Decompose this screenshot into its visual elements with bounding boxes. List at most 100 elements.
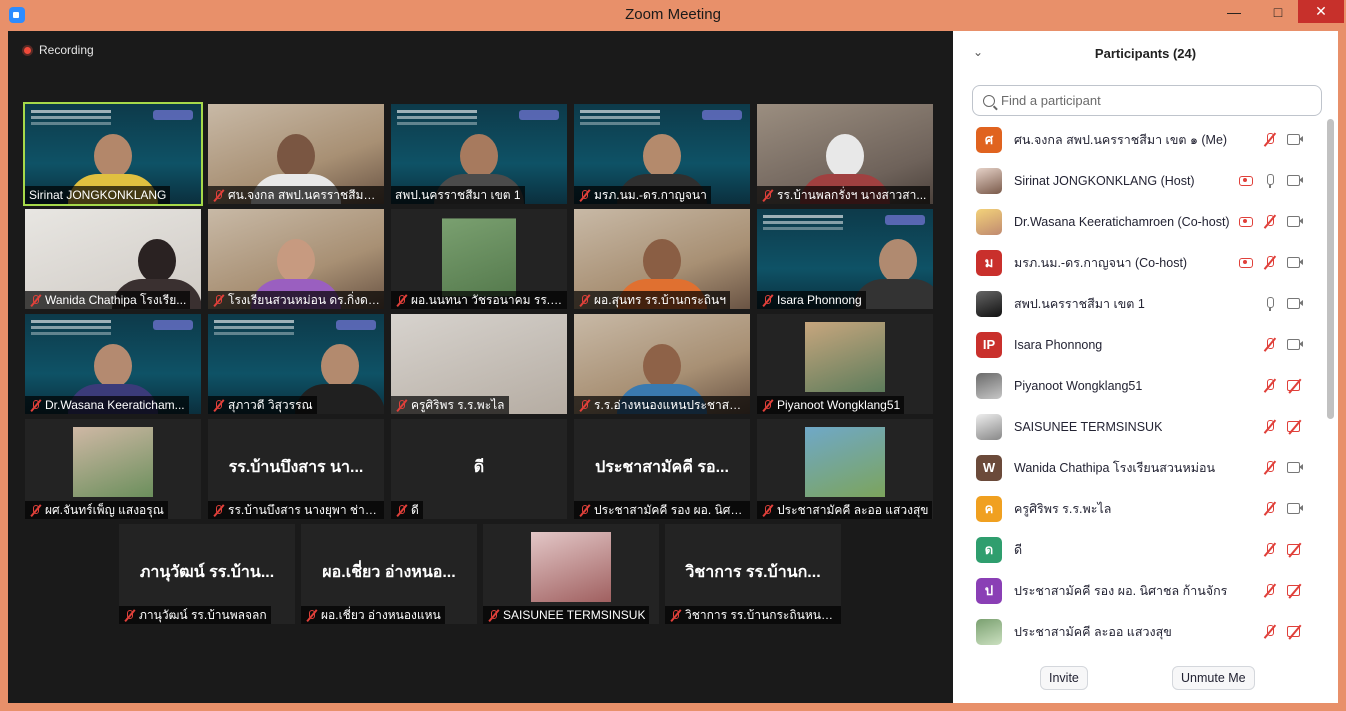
video-tile[interactable]: โรงเรียนสวนหม่อน ดร.กิ่งดาว — [208, 209, 384, 309]
video-tile[interactable]: ภานุวัฒน์ รร.บ้าน... ภานุวัฒน์ รร.บ้านพล… — [119, 524, 295, 624]
participant-row[interactable]: SAISUNEE TERMSINSUK — [953, 406, 1325, 447]
participant-row[interactable]: ด ดี — [953, 529, 1325, 570]
muted-icon — [761, 294, 774, 307]
video-tile[interactable]: Piyanoot Wongklang51 — [757, 314, 933, 414]
microphone-icon[interactable] — [1263, 296, 1277, 312]
participants-panel: ⌄ Participants (24) ศ ศน.จงกล สพป.นครราชส… — [953, 31, 1338, 703]
video-tile[interactable]: ดี ดี — [391, 419, 567, 519]
maximize-button[interactable]: □ — [1256, 0, 1300, 23]
scrollbar[interactable] — [1327, 119, 1334, 419]
video-camera-icon[interactable] — [1287, 339, 1303, 350]
video-tile[interactable]: ผอ.นนทนา วัชรอนาคม รร.บ้... — [391, 209, 567, 309]
video-camera-off-icon[interactable] — [1287, 544, 1303, 555]
avatar: ม — [976, 249, 1002, 276]
recording-indicator[interactable]: Recording — [22, 43, 94, 57]
muted-icon — [761, 504, 774, 517]
participant-row[interactable]: Dr.Wasana Keeratichamroen (Co-host) — [953, 201, 1325, 242]
video-tile[interactable]: มรภ.นม.-ดร.กาญจนา — [574, 104, 750, 204]
participant-row[interactable]: ประชาสามัคคี ละออ แสวงสุข — [953, 611, 1325, 652]
video-tile[interactable]: ครูศิริพร ร.ร.พะไล — [391, 314, 567, 414]
window-frame-right — [1338, 31, 1346, 711]
video-camera-off-icon[interactable] — [1287, 626, 1303, 637]
video-tile[interactable]: รร.บ้านพลกรั่งฯ นางสาวสา... — [757, 104, 933, 204]
avatar: ศ — [976, 126, 1002, 153]
video-tile[interactable]: ผอ.สุนทร รร.บ้านกระถินฯ — [574, 209, 750, 309]
video-camera-icon[interactable] — [1287, 216, 1303, 227]
search-input[interactable] — [1001, 93, 1301, 108]
participant-row[interactable]: ป ประชาสามัคคี รอง ผอ. นิศาชล ก้านจักร — [953, 570, 1325, 611]
participant-search[interactable] — [972, 85, 1322, 116]
participant-name: Isara Phonnong — [1014, 337, 1103, 352]
tile-label: SAISUNEE TERMSINSUK — [483, 606, 650, 624]
video-tile[interactable]: ประชาสามัคคี รอ... ประชาสามัคคี รอง ผอ. … — [574, 419, 750, 519]
video-tile[interactable]: Isara Phonnong — [757, 209, 933, 309]
video-tile[interactable]: SAISUNEE TERMSINSUK — [483, 524, 659, 624]
avatar: W — [976, 454, 1002, 481]
video-camera-icon[interactable] — [1287, 462, 1303, 473]
microphone-muted-icon[interactable] — [1263, 460, 1277, 476]
microphone-muted-icon[interactable] — [1263, 337, 1277, 353]
tile-label: ผศ.จันทร์เพ็ญ แสงอรุณ — [25, 501, 168, 519]
tile-label: Piyanoot Wongklang51 — [757, 396, 905, 414]
muted-icon — [578, 294, 591, 307]
video-tile[interactable]: Sirinat JONGKONKLANG — [23, 102, 203, 206]
video-tile[interactable]: ผศ.จันทร์เพ็ญ แสงอรุณ — [25, 419, 201, 519]
participant-name: ครูศิริพร ร.ร.พะไล — [1014, 501, 1112, 516]
video-tile[interactable]: วิชาการ รร.บ้านก... วิชาการ รร.บ้านกระถิ… — [665, 524, 841, 624]
participant-name: ดี — [1014, 542, 1023, 557]
microphone-muted-icon[interactable] — [1263, 624, 1277, 640]
recording-icon — [1239, 257, 1253, 268]
invite-button[interactable]: Invite — [1040, 666, 1088, 690]
participant-row[interactable]: ศ ศน.จงกล สพป.นครราชสีมา เขต ๑ (Me) — [953, 119, 1325, 160]
video-tile[interactable]: ผอ.เชี่ยว อ่างหนอ... ผอ.เชี่ยว อ่างหนองแ… — [301, 524, 477, 624]
microphone-muted-icon[interactable] — [1263, 542, 1277, 558]
tile-label: ร.ร.อ่างหนองแหนประชาสามัคคี — [574, 396, 750, 414]
video-tile[interactable]: ประชาสามัคคี ละออ แสวงสุข — [757, 419, 933, 519]
microphone-muted-icon[interactable] — [1263, 419, 1277, 435]
title-bar: Zoom Meeting — □ ✕ — [0, 0, 1346, 31]
participant-row[interactable]: ค ครูศิริพร ร.ร.พะไล — [953, 488, 1325, 529]
participant-status-icons — [1263, 583, 1303, 599]
avatar-photo — [976, 290, 1002, 317]
microphone-muted-icon[interactable] — [1263, 132, 1277, 148]
microphone-muted-icon[interactable] — [1263, 378, 1277, 394]
video-tile[interactable]: Dr.Wasana Keeraticham... — [25, 314, 201, 414]
video-camera-off-icon[interactable] — [1287, 380, 1303, 391]
video-tile[interactable]: รร.บ้านบึงสาร นา... รร.บ้านบึงสาร นางยุพ… — [208, 419, 384, 519]
close-button[interactable]: ✕ — [1298, 0, 1344, 23]
participant-row[interactable]: W Wanida Chathipa โรงเรียนสวนหม่อน — [953, 447, 1325, 488]
muted-icon — [395, 399, 408, 412]
video-camera-icon[interactable] — [1287, 175, 1303, 186]
video-camera-off-icon[interactable] — [1287, 585, 1303, 596]
unmute-me-button[interactable]: Unmute Me — [1172, 666, 1255, 690]
microphone-muted-icon[interactable] — [1263, 214, 1277, 230]
video-camera-off-icon[interactable] — [1287, 421, 1303, 432]
microphone-muted-icon[interactable] — [1263, 255, 1277, 271]
participant-name: Sirinat JONGKONKLANG (Host) — [1014, 173, 1195, 188]
video-tile[interactable]: Wanida Chathipa โรงเรีย... — [25, 209, 201, 309]
microphone-muted-icon[interactable] — [1263, 501, 1277, 517]
video-camera-icon[interactable] — [1287, 503, 1303, 514]
avatar-photo — [976, 372, 1002, 399]
video-camera-icon[interactable] — [1287, 257, 1303, 268]
muted-icon — [761, 399, 774, 412]
participant-row[interactable]: Piyanoot Wongklang51 — [953, 365, 1325, 406]
minimize-button[interactable]: — — [1212, 0, 1256, 23]
participant-row[interactable]: สพป.นครราชสีมา เขต 1 — [953, 283, 1325, 324]
window-title: Zoom Meeting — [625, 6, 721, 23]
video-tile[interactable]: ศน.จงกล สพป.นครราชสีมา เ... — [208, 104, 384, 204]
video-tile[interactable]: สพป.นครราชสีมา เขต 1 — [391, 104, 567, 204]
video-tile[interactable]: ร.ร.อ่างหนองแหนประชาสามัคคี — [574, 314, 750, 414]
video-camera-icon[interactable] — [1287, 298, 1303, 309]
avatar: IP — [976, 331, 1002, 358]
microphone-muted-icon[interactable] — [1263, 583, 1277, 599]
participant-row[interactable]: Sirinat JONGKONKLANG (Host) — [953, 160, 1325, 201]
microphone-icon[interactable] — [1263, 173, 1277, 189]
tile-label: ผอ.นนทนา วัชรอนาคม รร.บ้... — [391, 291, 567, 309]
participant-row[interactable]: IP Isara Phonnong — [953, 324, 1325, 365]
video-camera-icon[interactable] — [1287, 134, 1303, 145]
video-tile[interactable]: สุภาวดี วิสุวรรณ — [208, 314, 384, 414]
participant-row[interactable]: ม มรภ.นม.-ดร.กาญจนา (Co-host) — [953, 242, 1325, 283]
participant-status-icons — [1263, 542, 1303, 558]
participant-name: ศน.จงกล สพป.นครราชสีมา เขต ๑ (Me) — [1014, 132, 1228, 147]
